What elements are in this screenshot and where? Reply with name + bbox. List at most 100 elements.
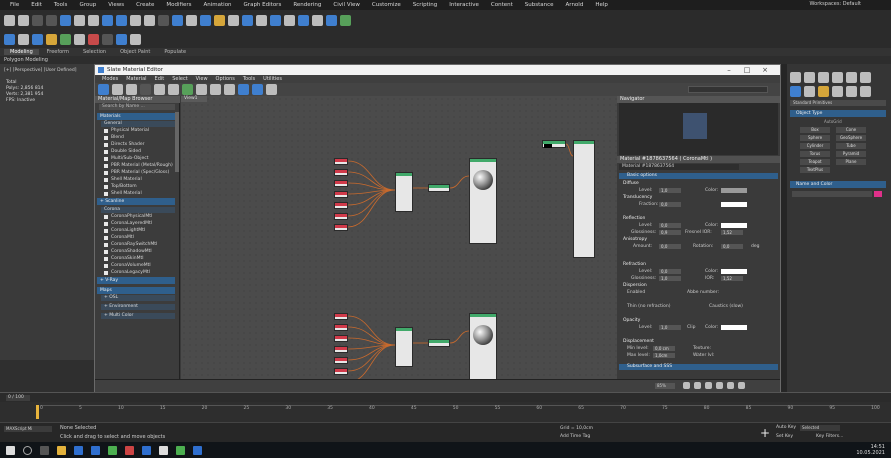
ribbon-tab-object-paint[interactable]: Object Paint <box>114 49 156 55</box>
material-list-item[interactable]: Shell Material <box>103 177 173 183</box>
slate-menu-utilities[interactable]: Utilities <box>259 76 286 82</box>
menu-item-civil-view[interactable]: Civil View <box>327 2 365 8</box>
subcategory-general[interactable]: General <box>101 121 175 127</box>
category-materials[interactable]: Materials <box>97 113 175 120</box>
object-type-button[interactable]: Cylinder <box>800 143 830 149</box>
parameter-editor-icon[interactable] <box>252 84 263 95</box>
material-list-item[interactable]: CoronaMtl <box>103 235 173 241</box>
cameras-icon[interactable] <box>832 86 843 97</box>
zoom-selected-icon[interactable] <box>727 382 734 389</box>
schematic-icon[interactable] <box>284 14 295 26</box>
bitmap-map-node[interactable] <box>334 324 348 331</box>
menu-item-edit[interactable]: Edit <box>25 2 48 8</box>
object-type-button[interactable]: Tube <box>836 143 866 149</box>
render-icon[interactable] <box>340 14 351 26</box>
browser-search-input[interactable]: Search by Name ... <box>99 104 175 110</box>
node-view-canvas[interactable]: View1 ⁞⁞ <box>181 96 617 399</box>
material-list-item[interactable]: CoronaSkinMtl <box>103 256 173 262</box>
key-selection-dropdown[interactable]: Selected <box>800 425 840 431</box>
autogrid-checkbox[interactable]: AutoGrid <box>824 119 842 124</box>
lights-icon[interactable] <box>818 86 829 97</box>
bitmap-map-node[interactable] <box>334 357 348 364</box>
undo-icon[interactable] <box>4 14 15 26</box>
move-icon[interactable] <box>116 14 127 26</box>
edge-icon[interactable] <box>74 445 83 455</box>
close-icon[interactable]: × <box>758 65 772 75</box>
app-icon-3[interactable] <box>193 445 202 455</box>
set-key-button[interactable]: Set Key <box>776 434 793 439</box>
object-type-button[interactable]: GeoSphere <box>836 135 866 141</box>
menu-item-content[interactable]: Content <box>485 2 519 8</box>
bind-icon[interactable] <box>60 14 71 26</box>
bitmap-map-node[interactable] <box>334 313 348 320</box>
material-list-item[interactable]: CoronaShadowMtl <box>103 249 173 255</box>
select-by-name-icon[interactable] <box>88 14 99 26</box>
slate-menu-select[interactable]: Select <box>168 76 191 82</box>
photoshop-icon[interactable] <box>142 445 151 455</box>
material-list-item[interactable]: CoronaRaySwitchMtl <box>103 242 173 248</box>
light-icon[interactable] <box>46 33 57 45</box>
mat-map-browser-icon[interactable] <box>238 84 249 95</box>
minimize-icon[interactable]: – <box>722 65 736 75</box>
region-select-icon[interactable] <box>102 14 113 26</box>
assign-material-icon[interactable] <box>140 84 151 95</box>
diffuse-level-spinner[interactable]: 1,0 <box>659 188 681 193</box>
normal-bump-node[interactable] <box>395 327 413 367</box>
show-map-icon[interactable] <box>182 84 193 95</box>
material-list-item[interactable]: Top/Bottom <box>103 184 173 190</box>
chrome-icon[interactable] <box>125 445 134 455</box>
maximize-icon[interactable]: □ <box>740 65 754 75</box>
object-type-button[interactable]: Pyramid <box>836 151 866 157</box>
delete-icon[interactable] <box>154 84 165 95</box>
bitmap-map-node[interactable] <box>334 191 348 198</box>
map-subcategory[interactable]: + Multi Color <box>101 313 175 319</box>
menu-item-modifiers[interactable]: Modifiers <box>160 2 197 8</box>
category-scanline[interactable]: + Scanline <box>97 198 175 205</box>
menu-item-group[interactable]: Group <box>73 2 102 8</box>
system-clock[interactable]: 14:51 10.05.2021 <box>856 444 885 456</box>
translucency-color-swatch[interactable] <box>721 202 747 207</box>
frame-counter[interactable]: 0 / 100 <box>6 395 30 401</box>
slate-menu-material[interactable]: Material <box>122 76 150 82</box>
primitives-dropdown[interactable]: Standard Primitives <box>790 100 886 106</box>
menu-item-help[interactable]: Help <box>589 2 614 8</box>
put-material-icon[interactable] <box>126 84 137 95</box>
zoom-region-icon[interactable] <box>705 382 712 389</box>
material-list-item[interactable]: CoronaPhysicalMtl <box>103 214 173 220</box>
task-view-icon[interactable] <box>40 445 49 455</box>
left-viewport[interactable]: [+] [Perspective] [User Defined] Total Po… <box>0 64 94 392</box>
menu-item-substance[interactable]: Substance <box>519 2 560 8</box>
viewport-label[interactable]: [+] [Perspective] [User Defined] <box>4 68 76 73</box>
object-type-rollout[interactable]: Object Type <box>790 110 886 117</box>
modify-icon[interactable] <box>18 33 29 45</box>
map-subcategory[interactable]: + Environment <box>101 304 175 310</box>
opacity-color-swatch[interactable] <box>721 325 747 330</box>
menu-item-arnold[interactable]: Arnold <box>560 2 590 8</box>
helpers-icon[interactable] <box>846 86 857 97</box>
menu-item-scripting[interactable]: Scripting <box>407 2 443 8</box>
bitmap-map-node[interactable] <box>334 169 348 176</box>
browser-scrollbar[interactable] <box>175 112 179 172</box>
category-maps[interactable]: Maps <box>97 287 175 294</box>
bitmap-map-node[interactable] <box>334 158 348 165</box>
key-filters-button[interactable]: Key Filters... <box>816 434 843 439</box>
scale-icon[interactable] <box>144 14 155 26</box>
reference-coord-icon[interactable] <box>158 14 169 26</box>
slate-menu-view[interactable]: View <box>192 76 212 82</box>
search-icon[interactable] <box>23 445 32 455</box>
select-tool-icon[interactable] <box>98 84 109 95</box>
bitmap-map-node[interactable] <box>334 180 348 187</box>
ribbon-tab-selection[interactable]: Selection <box>77 49 112 55</box>
fresnel-spinner[interactable]: 1,52 <box>721 230 743 235</box>
word-icon[interactable] <box>91 445 100 455</box>
display-tab-icon[interactable] <box>846 72 857 83</box>
color-correction-node[interactable] <box>428 184 450 192</box>
reflection-color-swatch[interactable] <box>721 223 747 228</box>
glossiness-spinner[interactable]: 0,9 <box>659 230 681 235</box>
opacity-level-spinner[interactable]: 1,0 <box>659 325 681 330</box>
layout-children-icon[interactable] <box>224 84 235 95</box>
refraction-level-spinner[interactable]: 0,0 <box>659 269 681 274</box>
material-list-item[interactable]: Physical Material <box>103 128 173 134</box>
material-list-item[interactable]: CoronaLightMtl <box>103 228 173 234</box>
bitmap-map-node[interactable] <box>334 335 348 342</box>
